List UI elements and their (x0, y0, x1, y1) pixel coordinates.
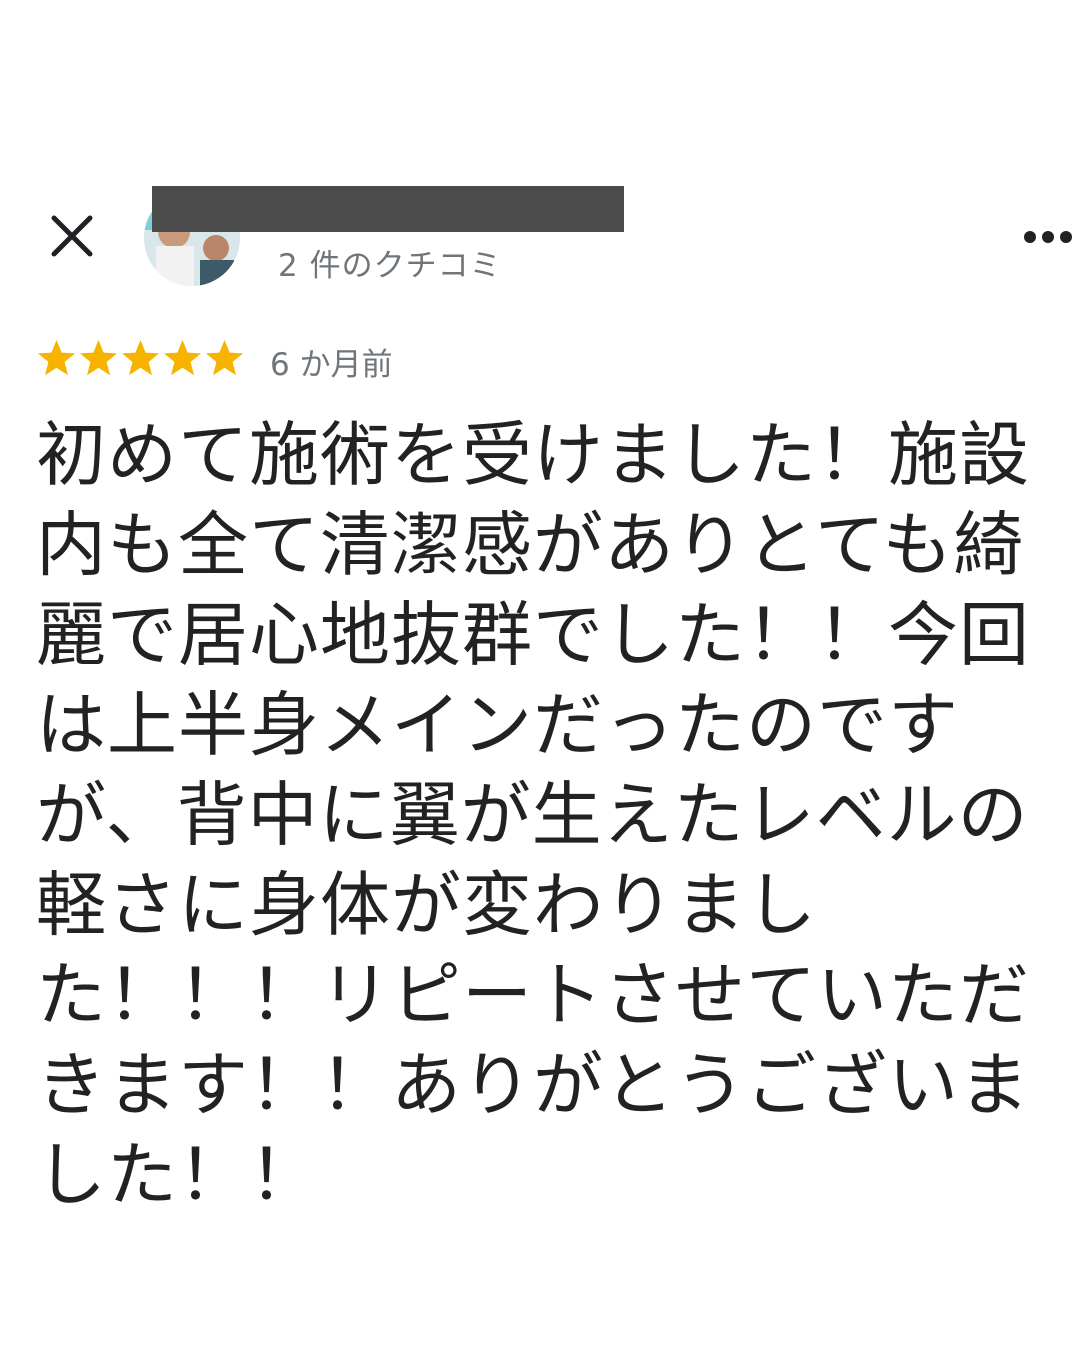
star-icon (120, 338, 161, 379)
close-button[interactable] (44, 208, 100, 264)
star-icon (36, 338, 77, 379)
star-rating (36, 338, 246, 380)
review-text-line: た！！！リピートさせていただ (36, 954, 1030, 1036)
star-icon (78, 338, 119, 379)
close-icon (51, 215, 93, 257)
review-text: 初めて施術を受けました！施設 内も全て清潔感がありとても綺 麗で居心地抜群でした！！… (36, 410, 1046, 1220)
star-icon (162, 338, 203, 379)
review-text-line: 内も全て清潔感がありとても綺 (36, 504, 1025, 586)
review-text-line: は上半身メインだったのです (36, 684, 959, 766)
more-options-button[interactable] (1018, 222, 1078, 252)
star-icon (204, 338, 245, 379)
review-text-line: きます！！ありがとうございま (36, 1044, 1030, 1126)
review-count[interactable]: 2 件のクチコミ (278, 240, 502, 285)
reviewer-name-redacted (152, 186, 624, 232)
review-timestamp: 6 か月前 (270, 347, 393, 383)
review-text-line: 麗で居心地抜群でした！！今回 (36, 594, 1030, 676)
review-text-line: した！！ (36, 1134, 320, 1216)
review-text-line: が、背中に翼が生えたレベルの (36, 774, 1029, 856)
review-text-line: 軽さに身体が変わりまし (36, 864, 817, 946)
more-horizontal-icon (1024, 231, 1072, 243)
review-text-line: 初めて施術を受けました！施設 (36, 414, 1030, 496)
